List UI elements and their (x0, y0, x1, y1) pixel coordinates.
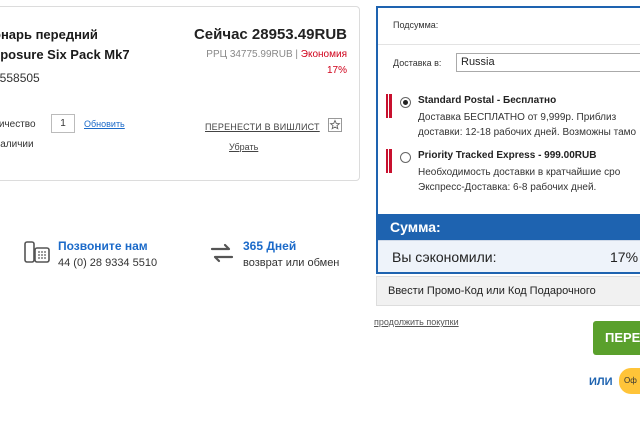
total-label: Сумма: (390, 219, 441, 235)
phone-number: 44 (0) 28 9334 5510 (58, 257, 158, 269)
quantity-input[interactable]: 1 (51, 114, 75, 133)
update-quantity-link[interactable]: Обновить (84, 119, 125, 129)
remove-item-link[interactable]: Убрать (229, 142, 258, 152)
express-desc-line1: Необходимость доставки в кратчайшие сро (418, 167, 621, 178)
option-marker (386, 149, 389, 173)
returns-subtitle: возврат или обмен (243, 257, 340, 269)
quantity-label: личество (0, 119, 36, 130)
rrp-price: РРЦ 34775.99RUB | Экономия (206, 49, 347, 60)
standard-desc-line2: доставки: 12-18 рабочих дней. Возможны т… (418, 127, 637, 138)
rrp-value: РРЦ 34775.99RUB | (206, 49, 299, 60)
product-name-line1[interactable]: онарь передний (0, 27, 98, 43)
savings-percent: 17% (326, 65, 347, 76)
checkout-button[interactable]: ПЕРЕ (593, 321, 640, 355)
saved-percent: 17% (610, 249, 639, 265)
continue-shopping-link[interactable]: продолжить покупки (374, 317, 459, 327)
cart-item-card: онарь передний xposure Six Pack Mk7 #558… (0, 6, 360, 181)
returns-icon (209, 241, 235, 270)
stock-status: Наличии (0, 139, 34, 150)
express-radio[interactable] (400, 152, 411, 163)
star-icon[interactable] (328, 118, 342, 132)
promo-code-toggle[interactable]: Ввести Промо-Код или Код Подарочного (376, 276, 640, 306)
delivery-label: Доставка в: (393, 58, 442, 68)
express-title: Priority Tracked Express - 999.00RUB (418, 150, 597, 161)
total-bar: Сумма: (378, 214, 640, 240)
returns-title[interactable]: 365 Дней (243, 239, 296, 253)
product-name-line2[interactable]: xposure Six Pack Mk7 (0, 47, 130, 62)
or-label: ИЛИ (589, 376, 613, 388)
standard-desc-line1: Доставка БЕСПЛАТНО от 9,999р. Приблиз (418, 112, 617, 123)
product-code: #558505 (0, 71, 40, 85)
move-to-wishlist-link[interactable]: ПЕРЕНЕСТИ В ВИШЛИСТ (205, 122, 320, 132)
current-price: Сейчас 28953.49RUB (193, 26, 347, 43)
standard-title: Standard Postal - Бесплатно (418, 95, 557, 106)
call-us-title[interactable]: Позвоните нам (58, 239, 148, 253)
option-marker (386, 94, 389, 118)
divider (378, 44, 640, 45)
phone-icon (24, 239, 50, 270)
alt-payment-button[interactable]: Оф (619, 368, 640, 394)
savings-label: Экономия (300, 49, 347, 60)
saved-label: Вы сэкономили: (392, 249, 497, 265)
savings-row: Вы сэкономили: 17% (378, 240, 640, 272)
standard-radio[interactable] (400, 97, 411, 108)
order-summary-panel: Подсумма: Доставка в: Russia Standard Po… (376, 6, 640, 274)
country-select[interactable]: Russia (456, 53, 640, 72)
express-desc-line2: Экспресс-Доставка: 6-8 рабочих дней. (418, 182, 597, 193)
subtotal-label: Подсумма: (393, 20, 439, 30)
